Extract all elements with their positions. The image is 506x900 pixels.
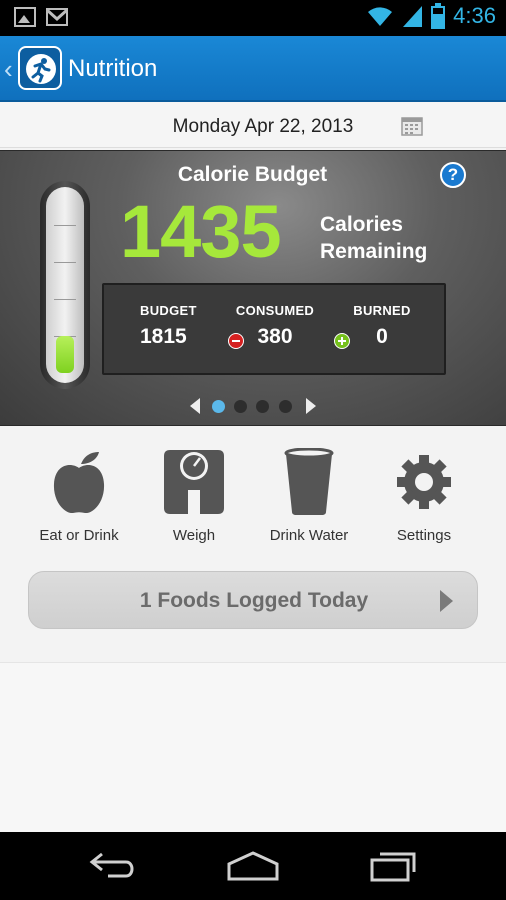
settings-button[interactable]: Settings <box>369 447 479 544</box>
foods-logged-button[interactable]: 1 Foods Logged Today <box>28 571 478 629</box>
clock: 4:36 <box>453 3 496 28</box>
status-bar: 4:36 <box>0 0 506 36</box>
burned-stat: BURNED 0 <box>350 303 414 349</box>
page-dot <box>234 400 247 413</box>
page-title: Nutrition <box>68 55 158 82</box>
calories-remaining-label: Calories Remaining <box>320 213 428 263</box>
consumed-label: CONSUMED <box>235 303 315 318</box>
calories-remaining-value: 1435 <box>120 190 282 273</box>
battery-icon <box>431 3 446 29</box>
app-logo-icon[interactable] <box>18 46 62 90</box>
pager-left-arrow-icon[interactable] <box>190 398 200 414</box>
wifi-icon <box>368 7 393 26</box>
calorie-meter-fill <box>56 336 74 373</box>
scale-icon <box>139 447 249 517</box>
foods-logged-label: 1 Foods Logged Today <box>139 589 369 612</box>
glass-icon <box>254 447 364 517</box>
calorie-meter <box>40 181 90 389</box>
system-nav-bar <box>0 832 506 900</box>
help-icon[interactable]: ? <box>440 162 466 188</box>
drink-water-button[interactable]: Drink Water <box>254 447 364 544</box>
page-dot <box>212 400 225 413</box>
date-label: Monday Apr 22, 2013 <box>172 116 354 137</box>
calendar-icon[interactable] <box>401 116 423 136</box>
date-bar: Monday Apr 22, 2013 <box>0 102 506 148</box>
weigh-label: Weigh <box>172 527 216 544</box>
budget-value: 1815 <box>140 325 187 348</box>
calorie-stats: BUDGET 1815 CONSUMED 380 BURNED 0 <box>102 283 446 375</box>
pager-right-arrow-icon[interactable] <box>306 398 316 414</box>
page-dot <box>256 400 269 413</box>
drink-water-label: Drink Water <box>269 527 349 544</box>
burned-value: 0 <box>376 325 388 348</box>
consumed-stat: CONSUMED 380 <box>235 303 315 349</box>
home-icon[interactable] <box>226 850 280 882</box>
budget-label: BUDGET <box>140 303 197 318</box>
image-icon <box>14 7 36 27</box>
empty-area <box>0 662 506 832</box>
page-indicator[interactable] <box>186 395 320 415</box>
gmail-icon <box>46 8 68 26</box>
up-chevron-icon[interactable]: ‹ <box>4 54 13 85</box>
chevron-right-icon <box>440 590 453 612</box>
burned-label: BURNED <box>353 303 411 318</box>
apple-icon <box>24 447 134 517</box>
eat-or-drink-button[interactable]: Eat or Drink <box>24 447 134 544</box>
recent-apps-icon[interactable] <box>368 850 418 882</box>
calorie-budget-title: Calorie Budget <box>177 163 328 186</box>
budget-stat: BUDGET 1815 <box>140 303 197 349</box>
action-bar: ‹ Nutrition <box>0 36 506 102</box>
settings-label: Settings <box>396 527 452 544</box>
plus-icon <box>334 333 350 349</box>
back-icon[interactable] <box>88 850 138 882</box>
consumed-value: 380 <box>257 325 293 348</box>
main-content: Monday Apr 22, 2013 Calorie Budget ? 143… <box>0 102 506 832</box>
gear-icon <box>369 447 479 517</box>
signal-icon <box>403 6 423 27</box>
calorie-budget-panel[interactable]: Calorie Budget ? 1435 Calories Remaining… <box>0 150 506 426</box>
weigh-button[interactable]: Weigh <box>139 447 249 544</box>
eat-or-drink-label: Eat or Drink <box>39 527 119 544</box>
page-dot <box>279 400 292 413</box>
